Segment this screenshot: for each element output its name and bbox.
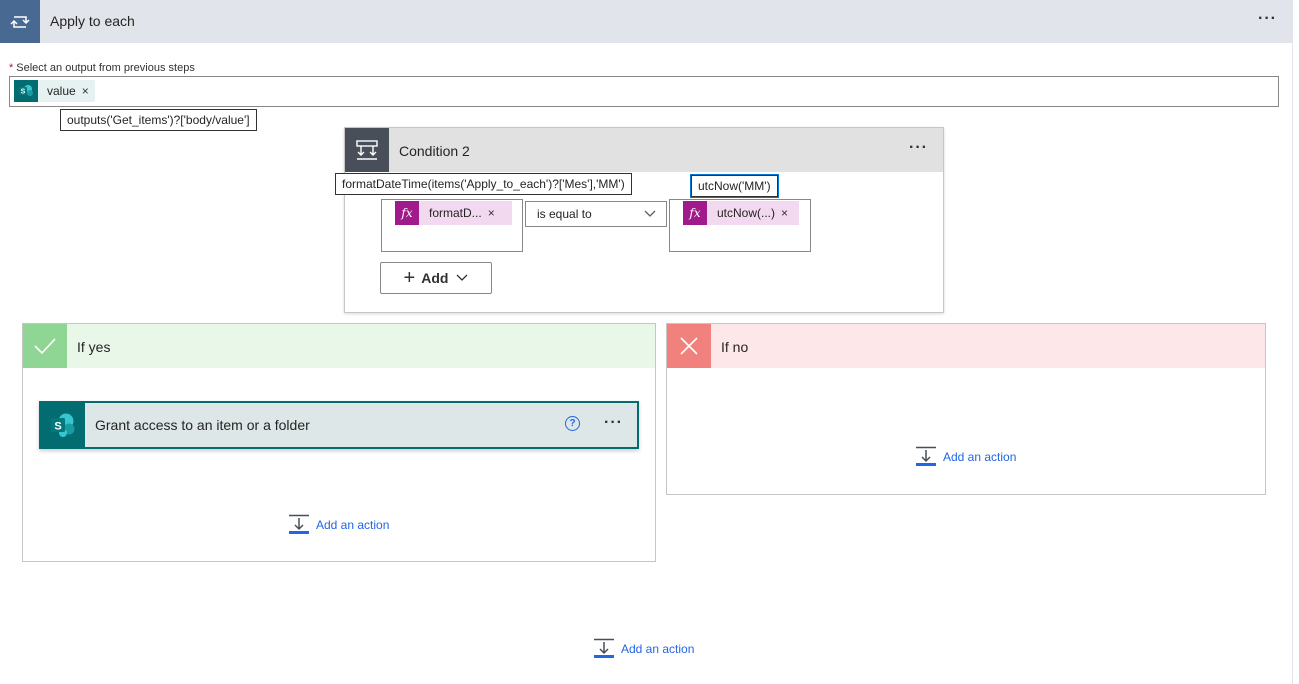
close-icon bbox=[667, 324, 711, 368]
main-add-action-label: Add an action bbox=[621, 641, 695, 656]
check-icon bbox=[23, 324, 67, 368]
svg-text:S: S bbox=[54, 421, 61, 433]
remove-token-icon[interactable]: × bbox=[82, 84, 89, 98]
plus-icon: + bbox=[403, 266, 416, 289]
condition-title: Condition 2 bbox=[399, 143, 470, 159]
loop-icon bbox=[0, 0, 40, 43]
left-expression-label: formatD... bbox=[429, 206, 482, 220]
main-add-action[interactable]: Add an action bbox=[593, 638, 694, 659]
chevron-down-icon bbox=[644, 206, 656, 221]
if-no-title: If no bbox=[721, 339, 749, 355]
remove-left-token-icon[interactable]: × bbox=[488, 206, 495, 220]
select-output-field[interactable] bbox=[9, 76, 1279, 107]
right-expression-tooltip: utcNow('MM') bbox=[691, 175, 778, 197]
apply-to-each-more-button[interactable]: ··· bbox=[1258, 10, 1277, 28]
if-no-add-action[interactable]: Add an action bbox=[915, 446, 1016, 467]
select-output-label: * Select an output from previous steps bbox=[9, 62, 195, 74]
right-expression-token[interactable]: fx utcNow(...) × bbox=[683, 201, 799, 225]
value-token[interactable]: S value × bbox=[14, 80, 95, 102]
add-condition-button[interactable]: + Add bbox=[380, 262, 492, 294]
condition-more-button[interactable]: ··· bbox=[909, 139, 928, 157]
if-yes-add-action[interactable]: Add an action bbox=[288, 514, 389, 535]
apply-to-each-header[interactable] bbox=[0, 0, 1293, 43]
grant-access-title: Grant access to an item or a folder bbox=[95, 417, 310, 433]
sharepoint-icon: S bbox=[41, 403, 85, 447]
apply-to-each-title: Apply to each bbox=[50, 13, 135, 29]
remove-right-token-icon[interactable]: × bbox=[781, 206, 788, 220]
svg-text:S: S bbox=[21, 89, 26, 96]
add-action-icon bbox=[289, 514, 309, 534]
fx-icon: fx bbox=[683, 201, 707, 225]
required-mark: * bbox=[9, 62, 14, 74]
chevron-down-icon bbox=[456, 274, 468, 281]
left-expression-tooltip: formatDateTime(items('Apply_to_each')?['… bbox=[335, 173, 632, 195]
if-no-add-action-label: Add an action bbox=[943, 449, 1017, 464]
if-yes-add-action-label: Add an action bbox=[316, 517, 390, 532]
if-no-header[interactable] bbox=[667, 324, 1265, 368]
select-output-label-text: Select an output from previous steps bbox=[16, 62, 195, 74]
add-action-icon bbox=[916, 446, 936, 466]
operator-label: is equal to bbox=[537, 207, 592, 221]
grant-access-more-button[interactable]: ··· bbox=[604, 414, 623, 432]
fx-icon: fx bbox=[395, 201, 419, 225]
add-action-icon bbox=[594, 638, 614, 658]
value-tooltip: outputs('Get_items')?['body/value'] bbox=[60, 109, 257, 131]
right-expression-label: utcNow(...) bbox=[717, 206, 776, 220]
left-expression-token[interactable]: fx formatD... × bbox=[395, 201, 512, 225]
help-icon[interactable]: ? bbox=[565, 416, 580, 431]
condition-icon bbox=[345, 128, 389, 172]
if-yes-title: If yes bbox=[77, 339, 111, 355]
value-token-label: value bbox=[47, 84, 76, 98]
add-condition-label: Add bbox=[421, 270, 449, 286]
sharepoint-icon: S bbox=[14, 80, 38, 102]
if-yes-header[interactable] bbox=[23, 324, 655, 368]
